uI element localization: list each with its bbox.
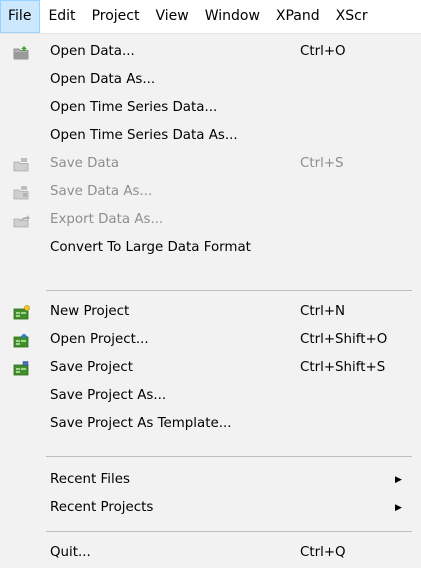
menu-item-label: Save Project: [50, 360, 133, 375]
menu-item-label: Save Data As...: [50, 184, 153, 199]
menu-item-label: New Project: [50, 304, 130, 319]
menu-item-open-data[interactable]: Open Data... Ctrl+O: [0, 38, 421, 66]
menu-item-shortcut: Ctrl+O: [300, 44, 346, 59]
menu-item-open-project[interactable]: Open Project... Ctrl+Shift+O: [0, 326, 421, 354]
menu-item-label: Recent Files: [50, 472, 130, 487]
menu-separator: [46, 456, 412, 457]
menu-item-shortcut: Ctrl+N: [300, 304, 346, 319]
export-icon: [13, 212, 31, 228]
submenu-arrow-icon: ▶: [395, 503, 402, 513]
menu-item-new-project[interactable]: New Project Ctrl+N: [0, 298, 421, 326]
save-data-icon: [13, 156, 31, 172]
menu-item-save-project-as-template[interactable]: Save Project As Template...: [0, 410, 421, 438]
menu-item-open-time-series-data[interactable]: Open Time Series Data...: [0, 94, 421, 122]
menu-item-shortcut: Ctrl+Shift+S: [300, 360, 386, 375]
menu-item-save-data-as[interactable]: Save Data As...: [0, 178, 421, 206]
menu-item-label: Open Project...: [50, 332, 149, 347]
menu-item-shortcut: Ctrl+S: [300, 156, 344, 171]
menu-item-label: Recent Projects: [50, 500, 154, 515]
menu-item-shortcut: Ctrl+Shift+O: [300, 332, 388, 347]
save-project-icon: [13, 360, 31, 376]
new-project-icon: [13, 304, 31, 320]
menu-separator: [46, 290, 412, 291]
folder-open-icon: [13, 44, 31, 60]
menu-item-label: Save Project As Template...: [50, 416, 232, 431]
menu-item-save-project[interactable]: Save Project Ctrl+Shift+S: [0, 354, 421, 382]
save-data-as-icon: [13, 184, 31, 200]
menubar-edit[interactable]: Edit: [40, 0, 83, 33]
menu-item-label: Convert To Large Data Format: [50, 240, 251, 255]
menu-separator: [46, 531, 412, 532]
menu-item-recent-files[interactable]: Recent Files ▶: [0, 466, 421, 494]
submenu-arrow-icon: ▶: [395, 475, 402, 485]
menu-item-open-data-as[interactable]: Open Data As...: [0, 66, 421, 94]
menu-item-open-time-series-data-as[interactable]: Open Time Series Data As...: [0, 122, 421, 150]
open-project-icon: [13, 332, 31, 348]
menubar-file[interactable]: File: [0, 0, 41, 33]
file-menu-dropdown: Open Data... Ctrl+O Open Data As... Open…: [0, 34, 421, 568]
menu-item-shortcut: Ctrl+Q: [300, 545, 346, 560]
menu-item-save-project-as[interactable]: Save Project As...: [0, 382, 421, 410]
menubar-view[interactable]: View: [147, 0, 196, 33]
menu-item-label: Open Time Series Data...: [50, 100, 218, 115]
menu-item-label: Save Data: [50, 156, 120, 171]
menu-item-label: Quit...: [50, 545, 91, 560]
menu-item-save-data[interactable]: Save Data Ctrl+S: [0, 150, 421, 178]
menubar: File Edit Project View Window XPand XScr: [0, 0, 421, 34]
menu-item-label: Save Project As...: [50, 388, 167, 403]
menubar-xpand[interactable]: XPand: [268, 0, 328, 33]
menu-item-recent-projects[interactable]: Recent Projects ▶: [0, 494, 421, 522]
menubar-xscript[interactable]: XScr: [328, 0, 376, 33]
menubar-project[interactable]: Project: [84, 0, 148, 33]
menubar-window[interactable]: Window: [197, 0, 268, 33]
menu-item-label: Open Data As...: [50, 72, 156, 87]
menu-item-export-data-as[interactable]: Export Data As...: [0, 206, 421, 234]
menu-item-label: Open Time Series Data As...: [50, 128, 238, 143]
menu-item-quit[interactable]: Quit... Ctrl+Q: [0, 539, 421, 567]
menu-item-label: Open Data...: [50, 44, 135, 59]
menu-item-convert-large-data[interactable]: Convert To Large Data Format: [0, 234, 421, 262]
menu-item-label: Export Data As...: [50, 212, 164, 227]
